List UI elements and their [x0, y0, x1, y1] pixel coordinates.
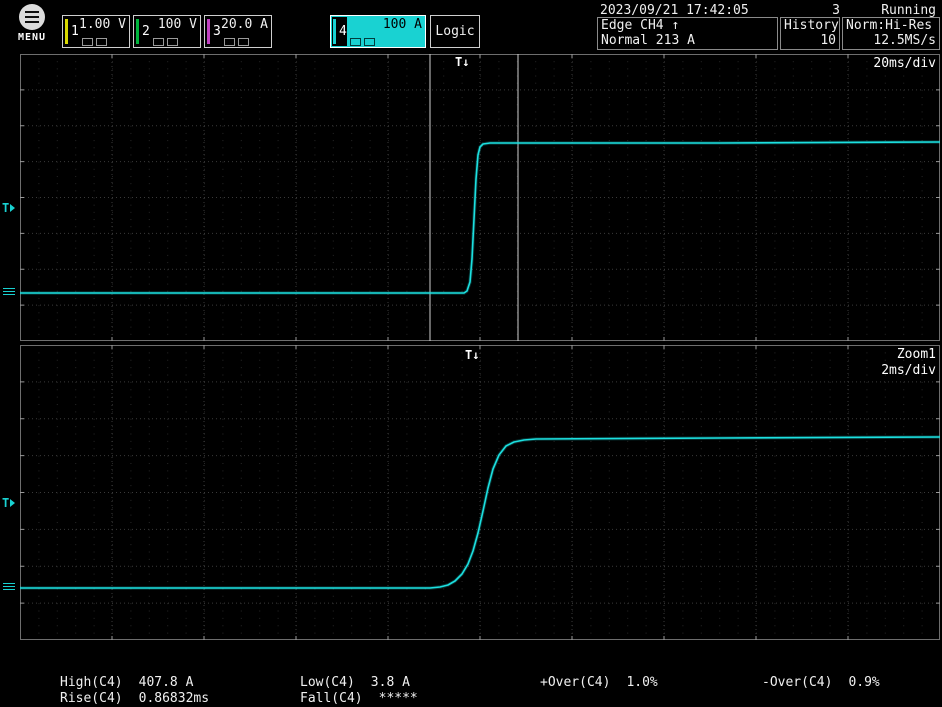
measurement-pover: +Over(C4) 1.0% — [540, 675, 658, 690]
channel-1-number: 1 — [71, 24, 79, 39]
trigger-status-box[interactable]: Edge CH4 ↑ Normal 213 A — [597, 17, 778, 50]
history-count: 10 — [784, 33, 836, 48]
logic-button[interactable]: Logic — [430, 15, 480, 48]
main-trigger-level-marker[interactable]: T — [2, 201, 15, 215]
dc-coupling-icon — [224, 38, 235, 46]
trigger-type-label: Edge CH4 ↑ — [601, 18, 774, 33]
zoom-trigger-position-marker[interactable]: T↓ — [465, 348, 479, 362]
oscilloscope-screen: MENU 1 1.00 V 2 100 V 3 20.0 A — [0, 0, 942, 707]
measurement-label: Low(C4) — [300, 675, 355, 690]
channel-4-number: 4 — [339, 24, 347, 39]
zoom-waveform-window[interactable]: Zoom1 2ms/div T↓ — [20, 345, 940, 640]
measurement-low: Low(C4) 3.8 A — [300, 675, 410, 690]
channel-2-button[interactable]: 2 100 V — [133, 15, 201, 48]
channel-3-info: 20.0 A — [221, 16, 271, 47]
channel-2-indicator: 2 — [134, 16, 150, 47]
channel-4-coupling-icons — [347, 37, 425, 46]
channel-3-button[interactable]: 3 20.0 A — [204, 15, 272, 48]
dc-coupling-icon — [350, 38, 361, 46]
zoom-timebase-label: 2ms/div — [881, 363, 936, 378]
trigger-level-arrow-icon — [10, 499, 15, 507]
measurement-value: 407.8 A — [139, 675, 194, 690]
channel-4-indicator: 4 — [331, 16, 347, 47]
trigger-level-letter: T — [2, 496, 9, 510]
history-status-box[interactable]: History 10 — [780, 17, 840, 50]
channel-2-scale-value: 100 V — [150, 17, 200, 32]
main-plot-canvas[interactable] — [20, 54, 940, 341]
measurement-label: Rise(C4) — [60, 691, 123, 706]
measurement-label: High(C4) — [60, 675, 123, 690]
record-mode-box[interactable]: Norm:Hi-Res 12.5MS/s — [842, 17, 940, 50]
channel-3-color-bar — [207, 19, 210, 44]
channel-4-scale-value: 100 A — [347, 17, 425, 32]
trigger-level-letter: T — [2, 201, 9, 215]
history-label: History — [784, 18, 836, 33]
channel-1-info: 1.00 V — [79, 16, 129, 47]
channel-1-button[interactable]: 1 1.00 V — [62, 15, 130, 48]
measurement-value: ***** — [379, 691, 418, 706]
channel-4-color-bar — [333, 19, 336, 44]
channel-3-indicator: 3 — [205, 16, 221, 47]
channel-2-number: 2 — [142, 24, 150, 39]
measurement-value: 0.86832ms — [139, 691, 209, 706]
trigger-level-label: Normal 213 A — [601, 33, 774, 48]
acquisition-count: 3 — [800, 3, 840, 18]
channel-2-info: 100 V — [150, 16, 200, 47]
impedance-icon — [364, 38, 375, 46]
main-trigger-position-marker[interactable]: T↓ — [455, 55, 469, 69]
hamburger-menu-icon — [19, 4, 45, 30]
channel-3-scale-value: 20.0 A — [221, 17, 271, 32]
menu-label: MENU — [10, 32, 54, 43]
trigger-level-arrow-icon — [10, 204, 15, 212]
measurement-value: 3.8 A — [371, 675, 410, 690]
channel-1-color-bar — [65, 19, 68, 44]
main-ch4-ground-marker[interactable] — [3, 288, 15, 296]
channel-1-indicator: 1 — [63, 16, 79, 47]
sample-rate-label: 12.5MS/s — [846, 33, 936, 48]
record-mode-label: Norm:Hi-Res — [846, 18, 936, 33]
channel-4-button[interactable]: 4 100 A — [330, 15, 426, 48]
channel-1-scale-value: 1.00 V — [79, 17, 129, 32]
measurement-value: 0.9% — [848, 675, 879, 690]
channel-3-coupling-icons — [221, 37, 271, 46]
measurement-value: 1.0% — [626, 675, 657, 690]
measurement-high: High(C4) 407.8 A — [60, 675, 193, 690]
zoom-ch4-ground-marker[interactable] — [3, 583, 15, 591]
dc-coupling-icon — [82, 38, 93, 46]
measurement-rise: Rise(C4) 0.86832ms — [60, 691, 209, 706]
datetime-display: 2023/09/21 17:42:05 — [600, 3, 749, 18]
channel-2-coupling-icons — [150, 37, 200, 46]
channel-1-coupling-icons — [79, 37, 129, 46]
impedance-icon — [96, 38, 107, 46]
dc-coupling-icon — [153, 38, 164, 46]
zoom-plot-canvas[interactable] — [20, 345, 940, 640]
measurement-label: -Over(C4) — [762, 675, 832, 690]
measurement-label: Fall(C4) — [300, 691, 363, 706]
menu-button[interactable]: MENU — [10, 4, 54, 43]
run-state-indicator: Running — [860, 3, 936, 18]
measurement-label: +Over(C4) — [540, 675, 610, 690]
impedance-icon — [167, 38, 178, 46]
zoom-trigger-level-marker[interactable]: T — [2, 496, 15, 510]
main-timebase-label: 20ms/div — [873, 56, 936, 71]
measurement-nover: -Over(C4) 0.9% — [762, 675, 880, 690]
zoom-window-title: Zoom1 — [897, 347, 936, 362]
impedance-icon — [238, 38, 249, 46]
logic-label: Logic — [435, 24, 474, 39]
measurement-fall: Fall(C4) ***** — [300, 691, 418, 706]
channel-4-info: 100 A — [347, 16, 425, 47]
channel-3-number: 3 — [213, 24, 221, 39]
main-waveform-window[interactable]: 20ms/div T↓ — [20, 54, 940, 341]
channel-2-color-bar — [136, 19, 139, 44]
